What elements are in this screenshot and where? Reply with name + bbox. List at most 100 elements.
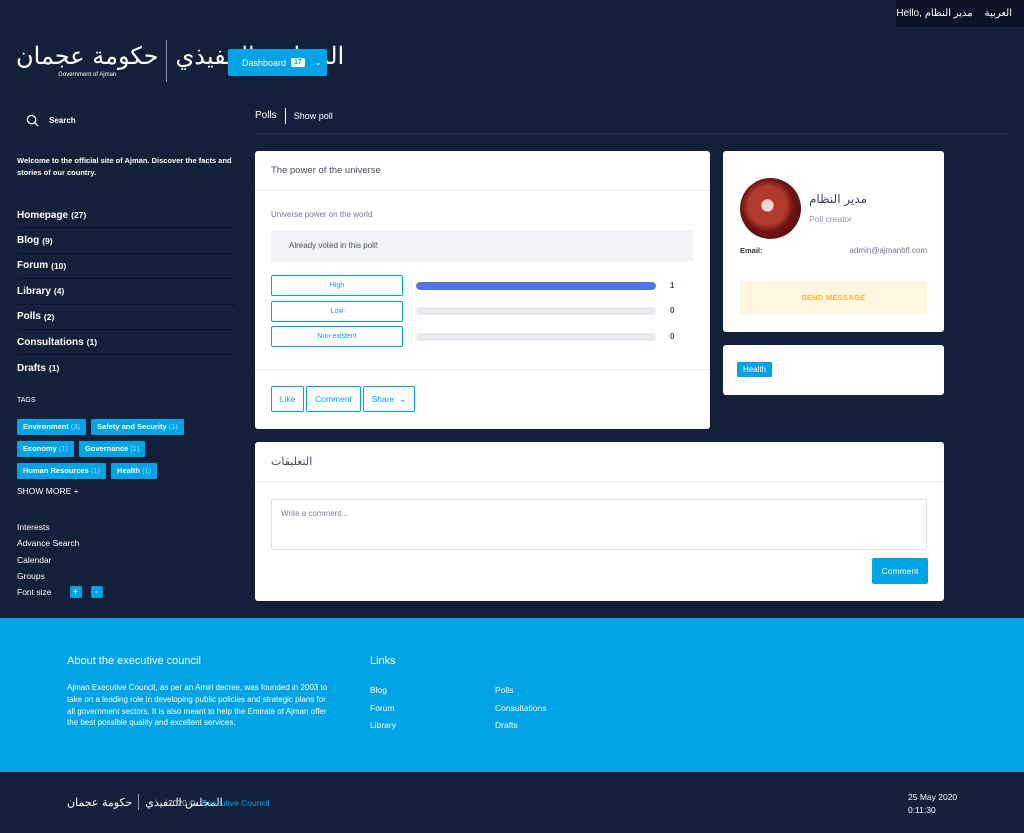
nav-label: Homepage (17, 209, 69, 221)
breadcrumb-polls[interactable]: Polls (255, 108, 286, 124)
tag-governance[interactable]: Governance (1) (78, 441, 146, 457)
poll-tags-card: Health (723, 345, 944, 395)
nav-count: (1) (86, 337, 98, 348)
comment-textarea[interactable]: Write a comment... (271, 499, 927, 550)
footer-link-consultations[interactable]: Consultations (495, 700, 547, 718)
tag-human-resources[interactable]: Human Resources (1) (17, 463, 107, 479)
poll-bar-low (416, 307, 656, 315)
search-button[interactable]: Search (26, 114, 76, 127)
breadcrumb-divider (255, 133, 1008, 134)
email-label: Email: (740, 246, 763, 255)
language-switch[interactable]: العربية (985, 8, 1012, 19)
tags-heading: TAGS (17, 397, 36, 404)
tag-economy[interactable]: Economy (1) (17, 441, 74, 457)
tag-health[interactable]: Health (1) (111, 463, 158, 479)
nav-label: Consultations (17, 336, 84, 348)
tag-count: (1) (168, 422, 178, 431)
footer-logo-left: حكومة عجمان (67, 795, 133, 809)
font-increase-button[interactable]: + (69, 586, 82, 599)
search-label: Search (49, 116, 76, 125)
tag-count: (1) (141, 466, 152, 475)
footer-link-drafts[interactable]: Drafts (495, 717, 547, 735)
tag-safety-and-security[interactable]: Safety and Security (1) (91, 419, 184, 435)
tag-count: (1) (130, 444, 140, 453)
poll-question: Universe power on the world (271, 210, 373, 219)
comment-button[interactable]: Comment (306, 386, 361, 412)
footer-link-forum[interactable]: Forum (370, 700, 396, 718)
share-button[interactable]: Share ⌄ (363, 386, 415, 412)
nav-label: Blog (17, 235, 40, 247)
poll-option-non-existent[interactable]: Non-existent (271, 326, 403, 347)
footer-link-blog[interactable]: Blog (370, 682, 396, 700)
font-decrease-button[interactable]: - (90, 586, 103, 599)
poll-divider (255, 369, 710, 370)
current-time: 0:11:30 (908, 805, 936, 815)
top-bar: Hello, مدير النظام العربية (896, 0, 1024, 27)
footer-links-col1: Blog Forum Library (370, 682, 396, 735)
poll-votes-non-existent: 0 (670, 332, 675, 341)
ajman-gov-logo: حكومة عجمان Government of Ajman (16, 44, 158, 78)
link-interests[interactable]: Interests (17, 519, 103, 535)
copyright: 2020 © Executive Council (168, 798, 269, 808)
logo-divider (166, 40, 168, 82)
sidebar-item-blog[interactable]: Blog (9) (17, 228, 236, 254)
copyright-org-link[interactable]: Executive Council (202, 798, 270, 808)
link-groups[interactable]: Groups (17, 568, 103, 584)
poll-votes-low: 0 (670, 306, 675, 315)
sidebar-item-drafts[interactable]: Drafts (1) (17, 355, 236, 380)
voted-message: Already voted in this poll! (271, 230, 693, 261)
send-message-button[interactable]: SEND MESSAGE (740, 281, 927, 314)
nav-label: Library (17, 285, 51, 297)
footer-link-library[interactable]: Library (370, 717, 396, 735)
sidebar-links: Interests Advance Search Calendar Groups… (17, 519, 103, 600)
email-value: admin@ajmanbfl.com (849, 246, 927, 255)
poll-option-high[interactable]: High (271, 275, 403, 296)
tag-label: Governance (84, 444, 129, 453)
submit-comment-button[interactable]: Comment (872, 558, 928, 584)
show-more-tags[interactable]: SHOW MORE + (17, 486, 79, 496)
dashboard-label: Dashboard (242, 57, 287, 68)
link-advance-search[interactable]: Advance Search (17, 535, 103, 551)
footer-logo-divider (138, 794, 140, 810)
tag-label: Safety and Security (97, 422, 167, 431)
avatar[interactable] (740, 178, 801, 239)
tag-label: Environment (23, 422, 69, 431)
chevron-down-icon: ⌄ (314, 58, 322, 67)
font-size-label: Font size (17, 587, 52, 598)
like-button[interactable]: Like (271, 386, 304, 412)
sidebar-item-library[interactable]: Library (4) (17, 279, 236, 305)
nav-count: (1) (48, 363, 60, 374)
copyright-year: 2020 © (168, 798, 196, 808)
nav-count: (2) (43, 311, 55, 322)
current-date: 25 May 2020 (908, 792, 958, 802)
comments-title: التعليقات (255, 442, 944, 482)
sidebar-item-forum[interactable]: Forum (10) (17, 254, 236, 280)
logo-sub-left: Government of Ajman (58, 72, 117, 78)
logo-arabic-left: حكومة عجمان (16, 42, 159, 70)
footer-about-text: Ajman Executive Council, as per an Amiri… (67, 683, 328, 728)
creator-name[interactable]: مدير النظام (809, 192, 867, 206)
tag-environment[interactable]: Environment (3) (17, 419, 87, 435)
link-calendar[interactable]: Calendar (17, 552, 103, 568)
tag-label: Human Resources (23, 466, 89, 475)
poll-votes-high: 1 (670, 281, 675, 290)
tag-list: Environment (3) Safety and Security (1) Ec… (17, 419, 217, 479)
footer-about-title: About the executive council (67, 655, 201, 667)
dashboard-button[interactable]: Dashboard 17 ⌄ (228, 49, 327, 76)
tag-health-chip[interactable]: Health (737, 362, 773, 377)
nav-label: Polls (17, 311, 41, 323)
sidebar-item-polls[interactable]: Polls (2) (17, 305, 236, 330)
sidebar-item-homepage[interactable]: Homepage (27) (17, 203, 236, 229)
breadcrumb: Polls Show poll (255, 108, 333, 124)
footer-links-title: Links (370, 655, 396, 667)
nav-count: (27) (71, 210, 87, 221)
sidebar-item-consultations[interactable]: Consultations (1) (17, 330, 236, 356)
poll-bar-fill (416, 282, 656, 290)
poll-card: The power of the universe Universe power… (255, 151, 710, 429)
chevron-down-icon: ⌄ (399, 393, 407, 404)
user-greeting[interactable]: Hello, مدير النظام (896, 8, 972, 19)
poll-option-low[interactable]: Low (271, 301, 403, 322)
poll-bar-non-existent (416, 333, 656, 341)
footer: About the executive council Ajman Execut… (0, 618, 1024, 772)
footer-link-polls[interactable]: Polls (495, 682, 547, 700)
